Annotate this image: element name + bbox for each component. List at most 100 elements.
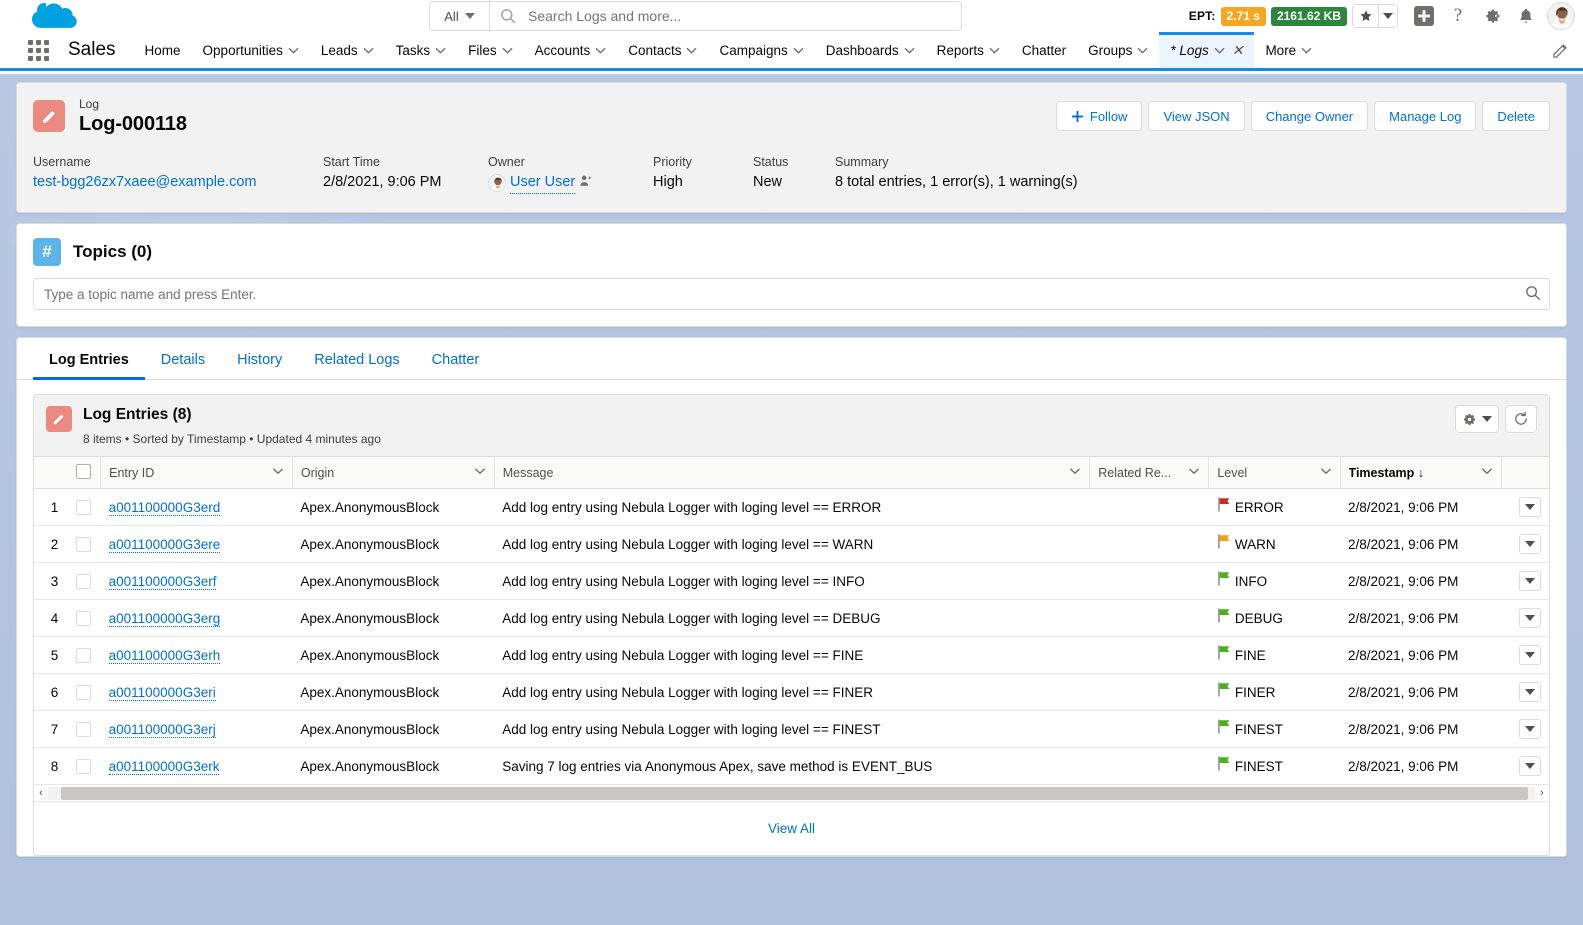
- tab-related-logs[interactable]: Related Logs: [298, 338, 415, 379]
- tab-log-entries[interactable]: Log Entries: [33, 338, 145, 379]
- row-actions-menu-button[interactable]: [1519, 497, 1541, 517]
- favorites-caret-icon[interactable]: [1379, 4, 1398, 28]
- chevron-down-icon[interactable]: [288, 45, 299, 56]
- search-scope-dropdown[interactable]: All: [430, 2, 490, 30]
- scroll-right-arrow-icon[interactable]: ›: [1535, 785, 1549, 802]
- help-icon[interactable]: ?: [1441, 0, 1475, 32]
- row-select-checkbox[interactable]: [66, 600, 100, 637]
- nav-item-dashboards[interactable]: Dashboards: [815, 32, 926, 68]
- checkbox-icon[interactable]: [76, 722, 91, 737]
- checkbox-icon[interactable]: [76, 759, 91, 774]
- owner-link[interactable]: User User: [510, 171, 575, 194]
- search-input[interactable]: [526, 3, 961, 29]
- chevron-down-icon[interactable]: [904, 45, 915, 56]
- search-icon[interactable]: [1525, 285, 1541, 306]
- select-all-checkbox[interactable]: [76, 464, 91, 479]
- nav-item-opportunities[interactable]: Opportunities: [192, 32, 310, 68]
- close-icon[interactable]: ✕: [1232, 42, 1244, 59]
- row-actions-menu-button[interactable]: [1519, 571, 1541, 591]
- checkbox-icon[interactable]: [76, 648, 91, 663]
- chevron-down-icon[interactable]: [595, 45, 606, 56]
- row-select-checkbox[interactable]: [66, 637, 100, 674]
- global-search-bar[interactable]: All: [429, 1, 962, 31]
- nav-item-logs[interactable]: * Logs✕: [1159, 32, 1254, 68]
- column-header-message[interactable]: Message: [494, 457, 1090, 489]
- row-select-checkbox[interactable]: [66, 711, 100, 748]
- column-menu-chevron-icon[interactable]: [474, 465, 486, 480]
- scrollbar-thumb[interactable]: [61, 787, 1528, 800]
- setup-gear-icon[interactable]: [1475, 0, 1509, 32]
- nav-item-groups[interactable]: Groups: [1077, 32, 1159, 68]
- table-row[interactable]: 5a001100000G3erhApex.AnonymousBlockAdd l…: [34, 637, 1549, 674]
- notifications-bell-icon[interactable]: [1509, 0, 1543, 32]
- nav-item-accounts[interactable]: Accounts: [524, 32, 618, 68]
- row-actions-menu-button[interactable]: [1519, 608, 1541, 628]
- chevron-down-icon[interactable]: [686, 45, 697, 56]
- chevron-down-icon[interactable]: [793, 45, 804, 56]
- nav-item-contacts[interactable]: Contacts: [617, 32, 708, 68]
- nav-item-files[interactable]: Files: [457, 32, 524, 68]
- nav-item-reports[interactable]: Reports: [926, 32, 1011, 68]
- global-actions-icon[interactable]: [1407, 0, 1441, 32]
- scrollbar-track[interactable]: [48, 787, 1535, 800]
- nav-item-home[interactable]: Home: [134, 32, 192, 68]
- chevron-down-icon[interactable]: [1214, 45, 1225, 56]
- favorites-star-icon[interactable]: [1352, 4, 1379, 28]
- row-actions-menu-button[interactable]: [1519, 719, 1541, 739]
- table-row[interactable]: 6a001100000G3eriApex.AnonymousBlockAdd l…: [34, 674, 1549, 711]
- row-actions-menu-button[interactable]: [1519, 534, 1541, 554]
- column-header-timestamp[interactable]: Timestamp ↓: [1340, 457, 1501, 489]
- entry-id-link[interactable]: a001100000G3erh: [109, 648, 221, 664]
- refresh-list-button[interactable]: [1505, 405, 1537, 433]
- table-row[interactable]: 4a001100000G3ergApex.AnonymousBlockAdd l…: [34, 600, 1549, 637]
- column-menu-chevron-icon[interactable]: [1481, 465, 1493, 480]
- row-actions-menu-button[interactable]: [1519, 645, 1541, 665]
- checkbox-icon[interactable]: [76, 537, 91, 552]
- field-value[interactable]: test-bgg26zx7xaee@example.com: [33, 171, 323, 193]
- entry-id-link[interactable]: a001100000G3erf: [109, 574, 217, 590]
- username-link[interactable]: test-bgg26zx7xaee@example.com: [33, 171, 256, 193]
- table-row[interactable]: 7a001100000G3erjApex.AnonymousBlockAdd l…: [34, 711, 1549, 748]
- row-actions-menu-button[interactable]: [1519, 682, 1541, 702]
- row-select-checkbox[interactable]: [66, 489, 100, 526]
- checkbox-icon[interactable]: [76, 685, 91, 700]
- related-list-title[interactable]: Log Entries (8): [83, 405, 381, 425]
- user-avatar[interactable]: [1547, 2, 1575, 30]
- tab-history[interactable]: History: [221, 338, 298, 379]
- chevron-down-icon[interactable]: [363, 45, 374, 56]
- nav-item-campaigns[interactable]: Campaigns: [708, 32, 814, 68]
- tab-details[interactable]: Details: [145, 338, 221, 379]
- chevron-down-icon[interactable]: [502, 45, 513, 56]
- column-header-entry-id[interactable]: Entry ID: [101, 457, 293, 489]
- nav-item-chatter[interactable]: Chatter: [1011, 32, 1077, 68]
- entry-id-link[interactable]: a001100000G3erd: [109, 500, 221, 516]
- current-app-name[interactable]: Sales: [56, 32, 134, 68]
- nav-item-tasks[interactable]: Tasks: [385, 32, 458, 68]
- scroll-left-arrow-icon[interactable]: ‹: [34, 785, 48, 802]
- checkbox-icon[interactable]: [76, 500, 91, 515]
- view-json-button[interactable]: View JSON: [1148, 101, 1244, 131]
- app-launcher-icon[interactable]: [20, 32, 56, 68]
- entry-id-link[interactable]: a001100000G3erk: [109, 759, 220, 775]
- change-owner-button[interactable]: Change Owner: [1251, 101, 1368, 131]
- delete-button[interactable]: Delete: [1482, 101, 1550, 131]
- change-owner-icon[interactable]: [579, 172, 592, 194]
- salesforce-cloud-logo[interactable]: [24, 0, 86, 32]
- tab-chatter[interactable]: Chatter: [416, 338, 496, 379]
- row-select-checkbox[interactable]: [66, 674, 100, 711]
- chevron-down-icon[interactable]: [1301, 45, 1312, 56]
- column-header-origin[interactable]: Origin: [292, 457, 494, 489]
- chevron-down-icon[interactable]: [435, 45, 446, 56]
- manage-log-button[interactable]: Manage Log: [1374, 101, 1476, 131]
- column-menu-chevron-icon[interactable]: [1320, 465, 1332, 480]
- list-settings-gear-button[interactable]: [1455, 405, 1499, 433]
- horizontal-scrollbar[interactable]: ‹ ›: [34, 785, 1549, 802]
- edit-page-pencil-icon[interactable]: [1552, 42, 1569, 64]
- row-select-checkbox[interactable]: [66, 748, 100, 785]
- checkbox-icon[interactable]: [76, 611, 91, 626]
- follow-button[interactable]: Follow: [1056, 101, 1143, 131]
- table-row[interactable]: 3a001100000G3erfApex.AnonymousBlockAdd l…: [34, 563, 1549, 600]
- column-menu-chevron-icon[interactable]: [272, 465, 284, 480]
- entry-id-link[interactable]: a001100000G3ere: [109, 537, 221, 553]
- nav-item-more[interactable]: More: [1254, 32, 1323, 68]
